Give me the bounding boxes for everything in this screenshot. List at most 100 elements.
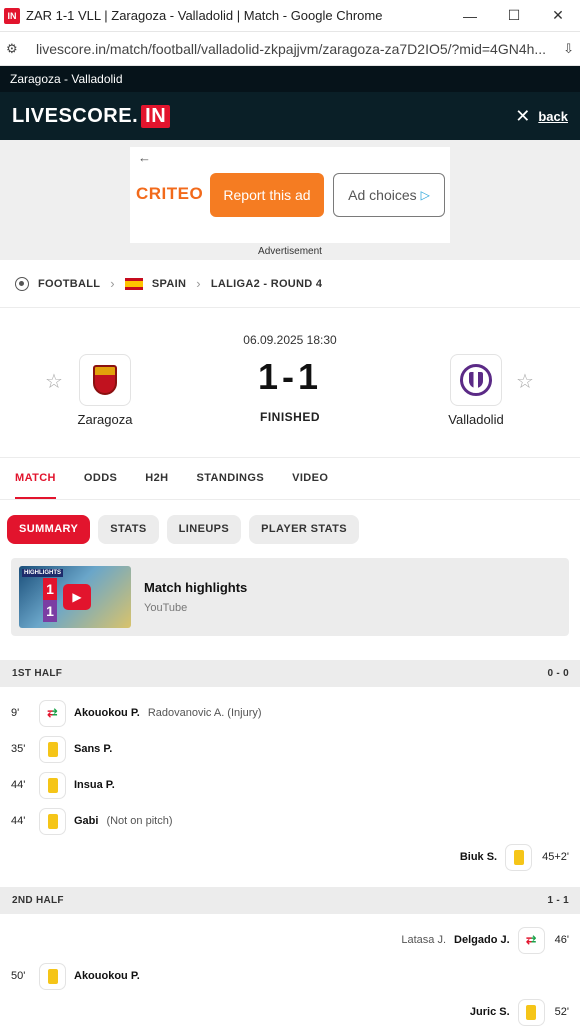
yellow-card-icon — [505, 843, 533, 871]
incident-minute: 52' — [554, 1006, 569, 1018]
incident-note[interactable]: Latasa J. — [401, 934, 446, 946]
back-arrow-icon[interactable]: ← — [138, 150, 151, 165]
yellow-card-icon — [517, 998, 545, 1026]
incident-note: (Not on pitch) — [106, 815, 173, 827]
thumbnail-label: HIGHLIGHTS — [22, 569, 63, 577]
football-icon — [15, 276, 29, 291]
browser-title-bar: IN ZAR 1-1 VLL | Zaragoza - Valladolid |… — [0, 0, 580, 32]
incident-minute: 44' — [11, 815, 26, 827]
back-label: back — [538, 108, 568, 124]
incident-player[interactable]: Juric S. — [470, 1006, 510, 1018]
minimize-icon[interactable]: — — [448, 8, 492, 24]
ad-choices-button[interactable]: Ad choices ▷ — [333, 173, 445, 217]
highlights-source: YouTube — [144, 602, 188, 614]
summary-subtabs: SUMMARY STATS LINEUPS PLAYER STATS — [0, 500, 580, 558]
substitution-icon: ⇄ — [39, 699, 66, 727]
breadcrumb-league[interactable]: LALIGA2 - ROUND 4 — [211, 278, 322, 290]
ad-choices-label: Ad choices — [348, 187, 417, 203]
close-icon: ✕ — [515, 105, 531, 126]
incident-note[interactable]: Radovanovic A. (Injury) — [148, 707, 262, 719]
close-window-icon[interactable]: ✕ — [536, 7, 580, 24]
tab-h2h[interactable]: H2H — [145, 458, 168, 499]
substitution-icon: ⇄ — [517, 926, 545, 954]
first-half-header: 1ST HALF 0 - 0 — [0, 660, 580, 687]
thumbnail-away-score: 1 — [46, 603, 54, 619]
maximize-icon[interactable]: ☐ — [492, 7, 536, 24]
breadcrumb-sport[interactable]: FOOTBALL — [38, 278, 100, 290]
tab-odds[interactable]: ODDS — [84, 458, 117, 499]
incident-row: 35' Sans P. — [0, 731, 580, 767]
incident-player[interactable]: Biuk S. — [460, 851, 497, 863]
spain-flag-icon — [124, 277, 143, 290]
incident-player[interactable]: Akouokou P. — [74, 970, 140, 982]
incident-player[interactable]: Akouokou P. — [74, 707, 140, 719]
advertisement-caption: Advertisement — [258, 246, 322, 257]
highlights-title[interactable]: Match highlights — [144, 580, 247, 595]
incident-player[interactable]: Gabi — [74, 815, 98, 827]
breadcrumb-country[interactable]: SPAIN — [152, 278, 186, 290]
incident-minute: 44' — [11, 779, 26, 791]
incident-row: Juric S. 52' — [0, 994, 580, 1030]
half-label: 2ND HALF — [12, 895, 64, 906]
chevron-right-icon: › — [196, 276, 201, 291]
tab-match[interactable]: MATCH — [15, 458, 56, 499]
favorite-away-star-icon[interactable]: ☆ — [516, 369, 534, 394]
highlights-thumbnail[interactable]: HIGHLIGHTS 1 1 ▶ — [19, 566, 131, 628]
match-datetime: 06.09.2025 18:30 — [243, 333, 337, 347]
site-info-icon[interactable]: ⚙ — [6, 41, 28, 57]
thumbnail-score: 1 1 — [43, 578, 57, 622]
match-header: ☆ Zaragoza 06.09.2025 18:30 1-1 FINISHED… — [0, 308, 580, 458]
incident-minute: 9' — [11, 707, 20, 719]
half-score: 0 - 0 — [547, 668, 569, 679]
half-label: 1ST HALF — [12, 668, 63, 679]
yellow-card-icon — [39, 962, 66, 990]
logo-text: LIVESCORE. — [12, 104, 139, 127]
address-bar[interactable]: ⚙ livescore.in/match/football/valladolid… — [0, 32, 580, 66]
subtab-player-stats[interactable]: PLAYER STATS — [249, 514, 360, 544]
valladolid-crest-icon — [460, 364, 492, 396]
play-icon[interactable]: ▶ — [63, 584, 91, 610]
ad-choices-icon: ▷ — [420, 188, 430, 202]
subtab-stats[interactable]: STATS — [98, 514, 159, 544]
away-team-crest[interactable] — [450, 354, 502, 406]
incident-player[interactable]: Insua P. — [74, 779, 115, 791]
incident-row: 9' ⇄ Akouokou P. Radovanovic A. (Injury) — [0, 695, 580, 731]
incident-minute: 50' — [11, 970, 26, 982]
match-title-text: Zaragoza - Valladolid — [10, 72, 123, 86]
livescore-logo[interactable]: LIVESCORE. IN — [12, 104, 171, 128]
incident-row: 44' Gabi (Not on pitch) — [0, 803, 580, 839]
install-app-icon[interactable]: ⇩ — [554, 41, 574, 57]
site-header: LIVESCORE. IN ✕ back — [0, 92, 580, 140]
match-tabs: MATCH ODDS H2H STANDINGS VIDEO — [0, 458, 580, 500]
subtab-lineups[interactable]: LINEUPS — [166, 514, 242, 544]
incident-row: 44' Insua P. — [0, 767, 580, 803]
match-highlights-card[interactable]: HIGHLIGHTS 1 1 ▶ Match highlights YouTub… — [11, 558, 569, 636]
incident-minute: 46' — [554, 934, 569, 946]
incident-row: Biuk S. 45+2' — [0, 839, 580, 875]
breadcrumb: FOOTBALL › SPAIN › LALIGA2 - ROUND 4 — [0, 260, 580, 308]
report-ad-button[interactable]: Report this ad — [210, 173, 324, 217]
tab-video[interactable]: VIDEO — [292, 458, 328, 499]
ad-box: ← CRITEO Report this ad Ad choices ▷ — [130, 147, 450, 243]
half-score: 1 - 1 — [547, 895, 569, 906]
back-button[interactable]: ✕ back — [515, 106, 568, 127]
incident-minute: 45+2' — [542, 851, 569, 863]
yellow-card-icon — [39, 807, 66, 835]
incident-player[interactable]: Delgado J. — [454, 934, 510, 946]
incident-row: Latasa J. Delgado J. ⇄ 46' — [0, 922, 580, 958]
yellow-card-icon — [39, 735, 66, 763]
livescore-favicon-icon: IN — [4, 7, 20, 24]
away-team-name[interactable]: Valladolid — [421, 412, 531, 427]
window-title: ZAR 1-1 VLL | Zaragoza - Valladolid | Ma… — [26, 8, 383, 23]
chevron-right-icon: › — [110, 276, 115, 291]
ad-zone: ← CRITEO Report this ad Ad choices ▷ Adv… — [0, 140, 580, 260]
incident-player[interactable]: Sans P. — [74, 743, 112, 755]
subtab-summary[interactable]: SUMMARY — [7, 514, 91, 544]
criteo-logo: CRITEO — [136, 184, 204, 203]
tab-standings[interactable]: STANDINGS — [197, 458, 265, 499]
logo-badge: IN — [141, 104, 171, 128]
url-field[interactable]: livescore.in/match/football/valladolid-z… — [36, 41, 554, 57]
incident-minute: 35' — [11, 743, 26, 755]
second-half-header: 2ND HALF 1 - 1 — [0, 887, 580, 914]
thumbnail-home-score: 1 — [46, 581, 54, 597]
